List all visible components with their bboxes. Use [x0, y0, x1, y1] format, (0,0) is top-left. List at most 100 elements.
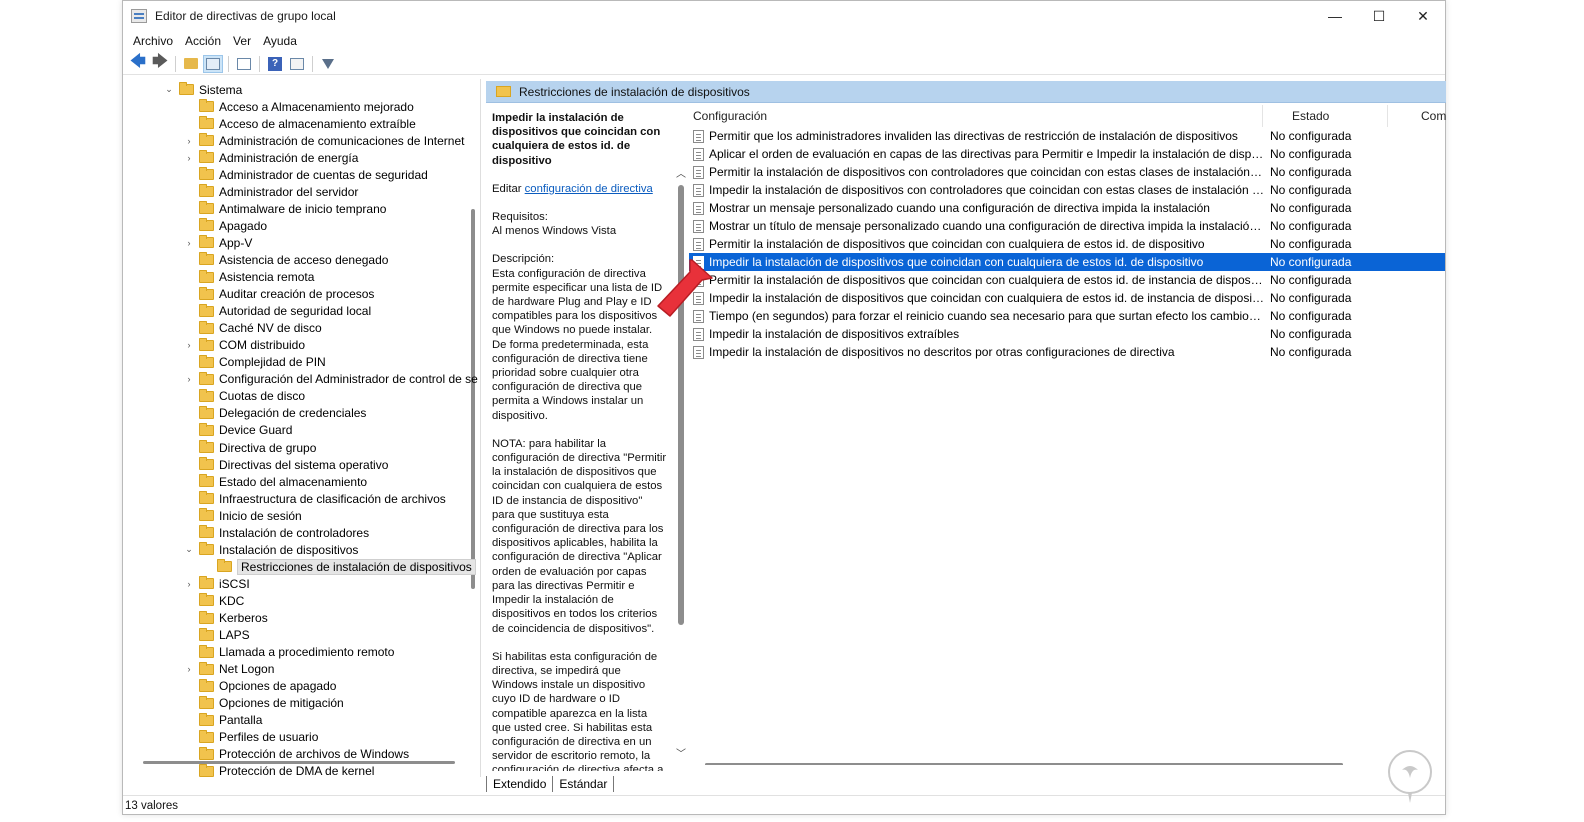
tree-item[interactable]: Opciones de apagado [183, 678, 336, 695]
chevron-right-icon[interactable]: › [183, 579, 195, 589]
tree-item-label: Opciones de mitigación [219, 696, 344, 711]
tree-item[interactable]: Auditar creación de procesos [183, 286, 374, 303]
list-item[interactable]: Permitir la instalación de dispositivos … [689, 271, 1445, 289]
tree-item[interactable]: Autoridad de seguridad local [183, 303, 371, 320]
tree-item[interactable]: Pantalla [183, 712, 262, 729]
list-item[interactable]: Mostrar un título de mensaje personaliza… [689, 217, 1445, 235]
tree-item[interactable]: ⌄ Instalación de dispositivos [183, 541, 358, 558]
tree-item[interactable]: Device Guard [183, 422, 292, 439]
tree-item[interactable]: Caché NV de disco [183, 320, 322, 337]
list-item[interactable]: Tiempo (en segundos) para forzar el rein… [689, 307, 1445, 325]
tree-node-sistema[interactable]: ⌄ Sistema [163, 81, 242, 98]
list-item[interactable]: Impedir la instalación de dispositivos q… [689, 253, 1445, 271]
tree-item[interactable]: KDC [183, 592, 244, 609]
filter-icon[interactable] [318, 55, 338, 73]
tree-item[interactable]: Administrador del servidor [183, 183, 358, 200]
tree-item[interactable]: Infraestructura de clasificación de arch… [183, 490, 446, 507]
help-icon[interactable]: ? [265, 55, 285, 73]
tree-item[interactable]: Kerberos [183, 610, 268, 627]
chevron-right-icon[interactable]: › [183, 374, 195, 384]
list-item[interactable]: Permitir la instalación de dispositivos … [689, 163, 1445, 181]
tree-item[interactable]: Protección de archivos de Windows [183, 746, 409, 763]
policy-setting-icon [693, 147, 704, 161]
tree-item[interactable]: Opciones de mitigación [183, 695, 344, 712]
tree-item[interactable]: › Administración de comunicaciones de Int… [183, 132, 464, 149]
list-item[interactable]: Mostrar un mensaje personalizado cuando … [689, 199, 1445, 217]
tree-item-label: Apagado [219, 218, 268, 233]
tree-item-label: Administrador de cuentas de seguridad [219, 167, 428, 182]
menu-ayuda[interactable]: Ayuda [259, 34, 305, 48]
list-item[interactable]: Impedir la instalación de dispositivos n… [689, 343, 1445, 361]
back-arrow-icon[interactable]: 🡄 [128, 53, 148, 73]
tree-item[interactable]: › Configuración del Administrador de cont… [183, 371, 478, 388]
edit-policy-link[interactable]: configuración de directiva [525, 183, 653, 195]
close-button[interactable]: ✕ [1401, 1, 1445, 31]
properties-icon[interactable] [287, 55, 307, 73]
tree-item[interactable]: LAPS [183, 627, 250, 644]
chevron-right-icon[interactable]: › [183, 340, 195, 350]
column-separator[interactable] [1262, 105, 1263, 127]
tab-extendido[interactable]: Extendido [486, 776, 554, 792]
list-item[interactable]: Impedir la instalación de dispositivos c… [689, 181, 1445, 199]
tree-item[interactable]: Acceso a Almacenamiento mejorado [183, 98, 414, 115]
up-folder-icon[interactable] [181, 55, 201, 73]
chevron-right-icon[interactable]: › [183, 238, 195, 248]
show-tree-icon[interactable] [203, 54, 223, 73]
column-header-state[interactable]: Estado [1292, 109, 1329, 123]
chevron-down-icon[interactable]: ⌄ [183, 544, 195, 555]
menu-archivo[interactable]: Archivo [129, 34, 181, 48]
tree-item[interactable]: Asistencia de acceso denegado [183, 251, 388, 268]
tree-item[interactable]: Acceso de almacenamiento extraíble [183, 115, 416, 132]
list-item[interactable]: Permitir la instalación de dispositivos … [689, 235, 1445, 253]
tree-item[interactable]: › COM distribuido [183, 337, 305, 354]
forward-arrow-icon[interactable]: 🡆 [150, 53, 170, 73]
list-item[interactable]: Impedir la instalación de dispositivos e… [689, 325, 1445, 343]
setting-state: No configurada [1270, 129, 1352, 143]
tree-item[interactable]: Restricciones de instalación de disposit… [201, 558, 476, 575]
tree-vertical-scrollbar[interactable] [471, 209, 475, 589]
tree-item[interactable]: › Net Logon [183, 661, 274, 678]
minimize-button[interactable]: — [1313, 1, 1357, 31]
tree-item[interactable]: Administrador de cuentas de seguridad [183, 166, 428, 183]
export-list-icon[interactable] [234, 55, 254, 73]
tree-item[interactable]: Llamada a procedimiento remoto [183, 644, 394, 661]
tree-item[interactable]: Asistencia remota [183, 269, 314, 286]
tree-item[interactable]: Estado del almacenamiento [183, 473, 367, 490]
tree-item-label: Directiva de grupo [219, 440, 317, 455]
scroll-thumb[interactable] [678, 185, 684, 625]
column-header-comment[interactable]: Com [1421, 109, 1446, 123]
tree-item[interactable]: › App-V [183, 234, 252, 251]
list-item[interactable]: Aplicar el orden de evaluación en capas … [689, 145, 1445, 163]
tree-item[interactable]: Directiva de grupo [183, 439, 316, 456]
list-horizontal-scrollbar[interactable] [705, 763, 1343, 765]
tree-item[interactable]: Delegación de credenciales [183, 405, 366, 422]
tree-item[interactable]: › Administración de energía [183, 149, 358, 166]
chevron-right-icon[interactable]: › [183, 664, 195, 674]
menu-accion[interactable]: Acción [181, 34, 229, 48]
column-header-config[interactable]: Configuración [693, 109, 767, 123]
tree-item[interactable]: Inicio de sesión [183, 507, 302, 524]
tree-item[interactable]: Protección de DMA de kernel [183, 763, 374, 777]
list-item[interactable]: Permitir que los administradores invalid… [689, 127, 1445, 145]
tree-item[interactable]: Antimalware de inicio temprano [183, 200, 386, 217]
chevron-right-icon[interactable]: › [183, 136, 195, 146]
scroll-up-icon[interactable]: ︿ [674, 165, 688, 180]
tree-item[interactable]: › iSCSI [183, 575, 250, 592]
tree-item[interactable]: Apagado [183, 217, 267, 234]
list-item[interactable]: Impedir la instalación de dispositivos q… [689, 289, 1445, 307]
tab-estandar[interactable]: Estándar [553, 776, 615, 792]
chevron-right-icon[interactable]: › [183, 153, 195, 163]
menu-ver[interactable]: Ver [229, 34, 259, 48]
tree-item[interactable]: Instalación de controladores [183, 524, 369, 541]
setting-state: No configurada [1270, 219, 1352, 233]
tree-item[interactable]: Directivas del sistema operativo [183, 456, 388, 473]
chevron-down-icon[interactable]: ⌄ [163, 84, 175, 95]
scroll-down-icon[interactable]: ﹀ [674, 745, 688, 760]
column-separator[interactable] [1387, 105, 1388, 127]
navigation-tree[interactable]: ⌄ Sistema Acceso a Almacenamiento mejora… [123, 79, 481, 777]
tree-item[interactable]: Cuotas de disco [183, 388, 305, 405]
maximize-button[interactable]: ☐ [1357, 1, 1401, 31]
tree-item[interactable]: Perfiles de usuario [183, 729, 318, 746]
tree-item[interactable]: Complejidad de PIN [183, 354, 326, 371]
folder-icon [199, 167, 214, 181]
